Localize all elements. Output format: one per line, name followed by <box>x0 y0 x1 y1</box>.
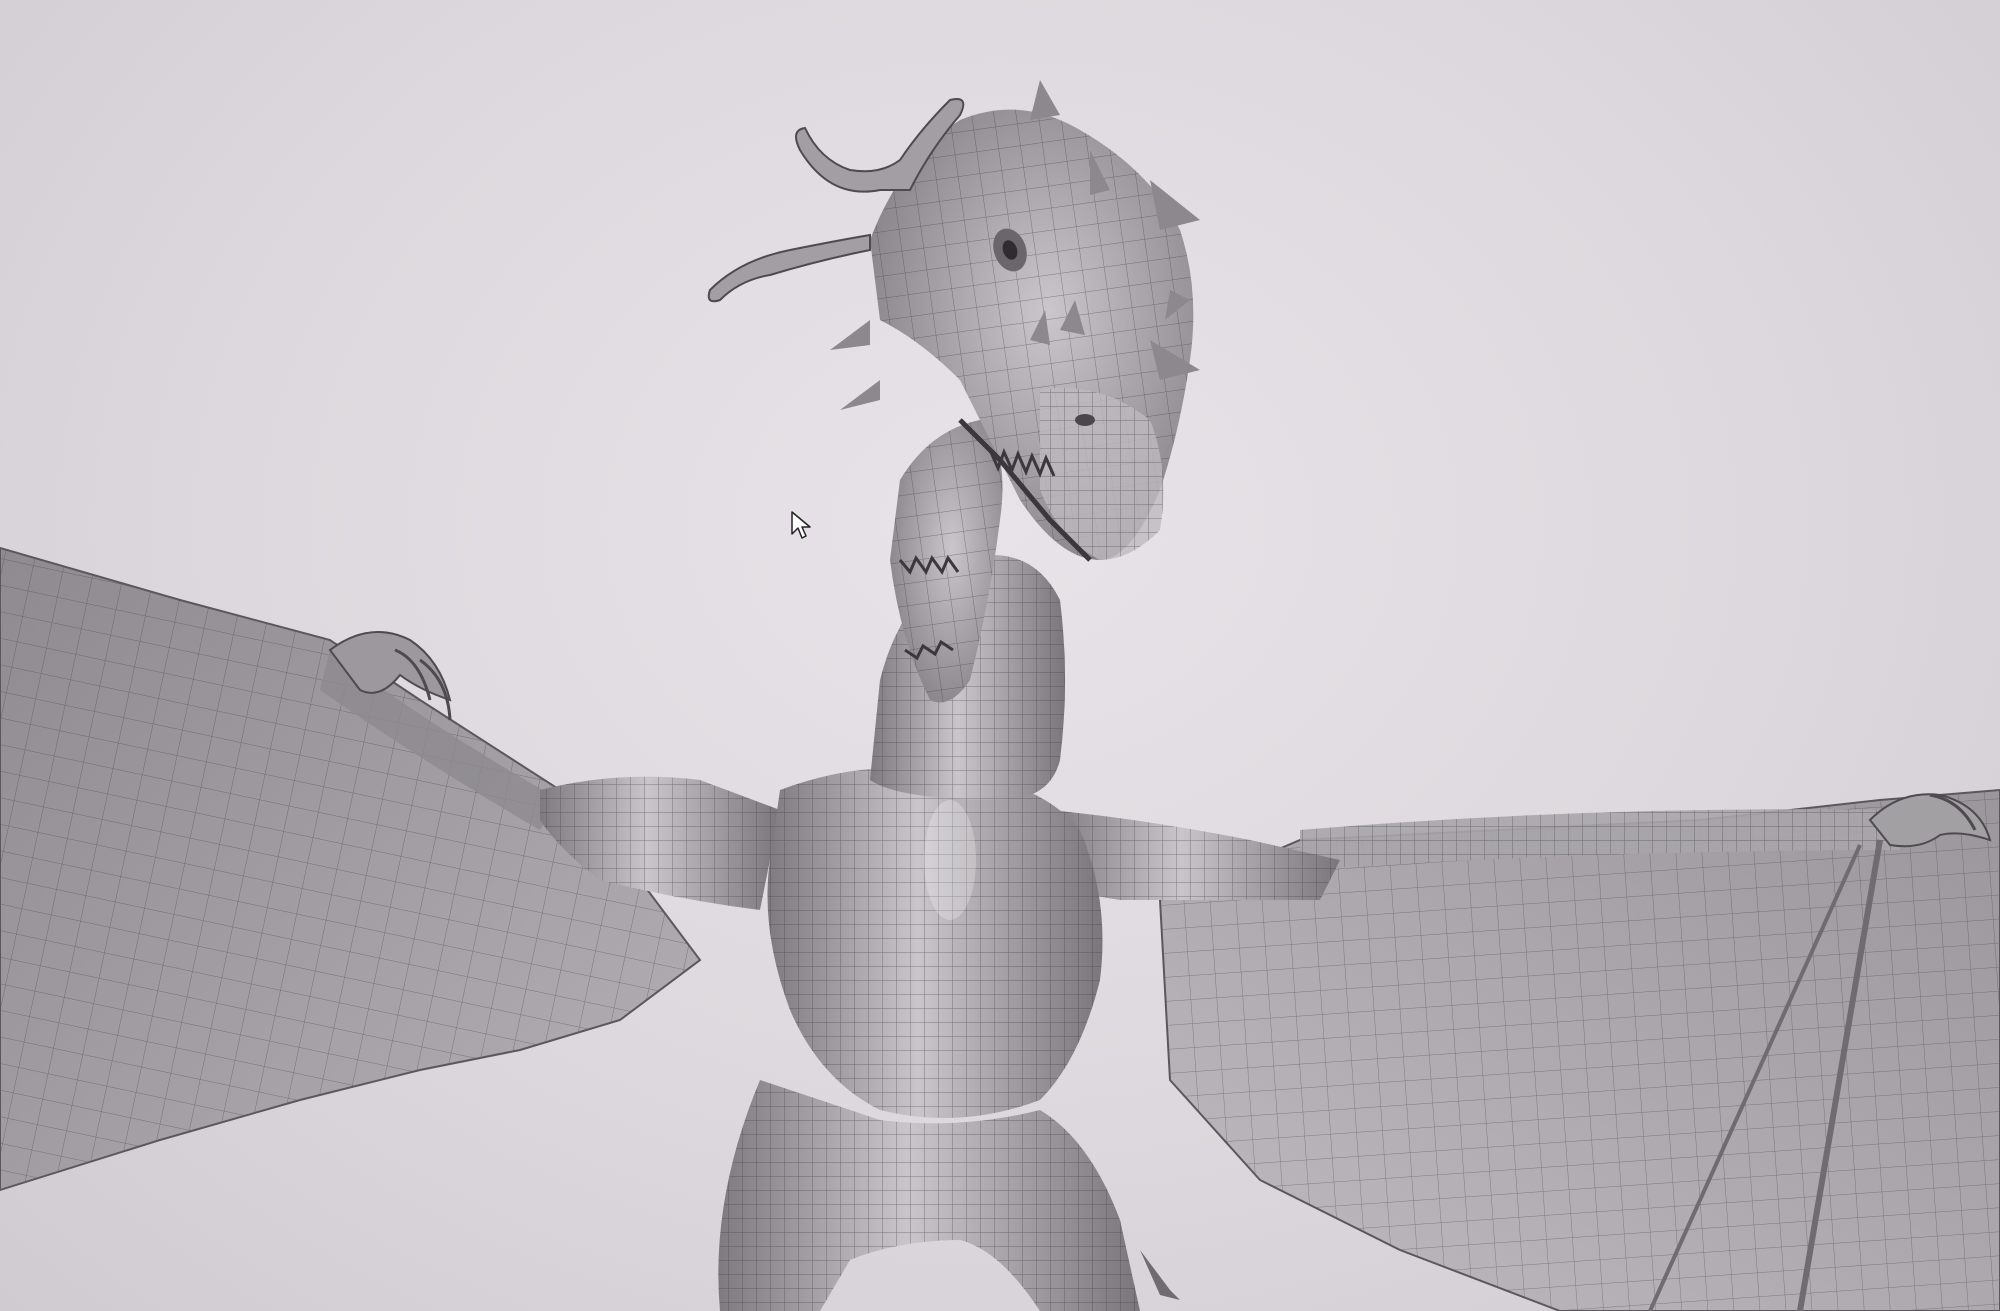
dragon-model[interactable] <box>0 0 2000 1311</box>
torso <box>767 767 1103 1118</box>
3d-viewport[interactable] <box>0 0 2000 1311</box>
head <box>707 80 1200 703</box>
arrow-cursor-icon <box>791 511 811 539</box>
